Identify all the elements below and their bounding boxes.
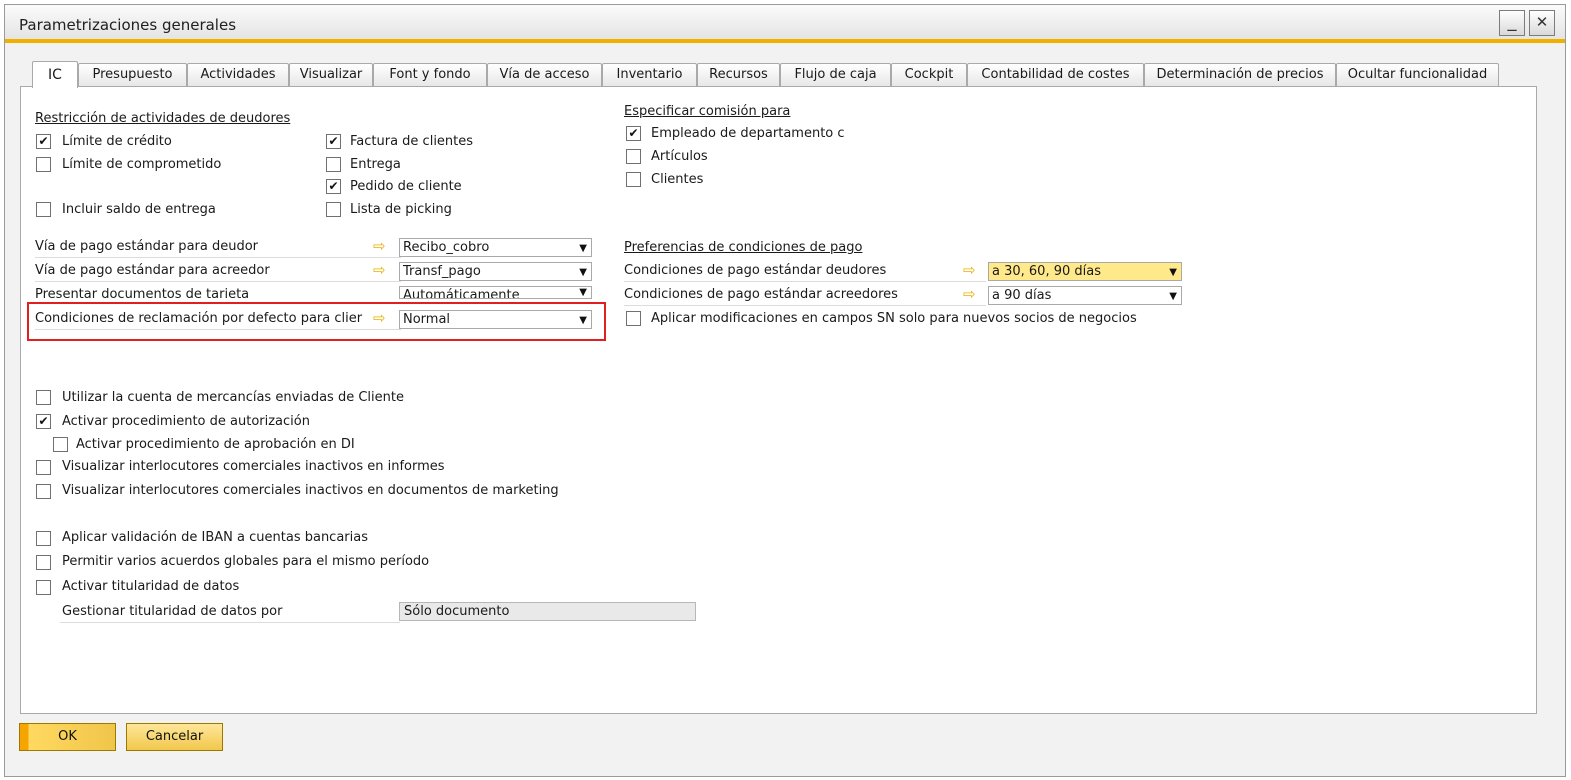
incluir-saldo-label: Incluir saldo de entrega xyxy=(62,202,216,217)
entrega-label: Entrega xyxy=(350,157,401,172)
empleado-checkbox[interactable]: ✔ xyxy=(626,126,641,141)
limite-comprometido-checkbox[interactable] xyxy=(36,157,51,172)
lista-picking-checkbox[interactable] xyxy=(326,202,341,217)
via-pago-acreedor-value: Transf_pago xyxy=(403,264,481,279)
clientes-label: Clientes xyxy=(651,172,704,187)
factura-clientes-label: Factura de clientes xyxy=(350,134,474,149)
via-pago-acreedor-label: Vía de pago estándar para acreedor xyxy=(35,263,270,278)
procedimiento-autorizacion-checkbox[interactable]: ✔ xyxy=(36,414,51,429)
pago-acreedores-label: Condiciones de pago estándar acreedores xyxy=(624,287,898,302)
chevron-down-icon[interactable]: ▼ xyxy=(1169,264,1177,280)
presentar-documentos-label: Presentar documentos de tarjeta xyxy=(35,287,250,298)
pago-acreedores-value: a 90 días xyxy=(992,288,1052,303)
incluir-saldo-checkbox[interactable] xyxy=(36,202,51,217)
inactivos-marketing-checkbox[interactable] xyxy=(36,484,51,499)
ok-button[interactable]: OK xyxy=(19,723,116,751)
clientes-checkbox[interactable] xyxy=(626,172,641,187)
limite-credito-label: Límite de crédito xyxy=(62,134,172,149)
pedido-cliente-checkbox[interactable]: ✔ xyxy=(326,179,341,194)
tab-strip: IC Presupuesto Actividades Visualizar Fo… xyxy=(5,61,1565,88)
pedido-cliente-label: Pedido de cliente xyxy=(350,179,462,194)
titularidad-datos-label: Activar titularidad de datos xyxy=(62,579,240,594)
tab-presupuesto[interactable]: Presupuesto xyxy=(78,63,187,87)
cuenta-mercancias-checkbox[interactable] xyxy=(36,390,51,405)
aprobacion-di-label: Activar procedimiento de aprobación en D… xyxy=(76,437,355,452)
link-arrow-icon[interactable]: ⇨ xyxy=(963,261,976,279)
via-pago-deudor-label: Vía de pago estándar para deudor xyxy=(35,239,259,254)
gestionar-titularidad-label: Gestionar titularidad de datos por xyxy=(62,604,283,619)
entrega-checkbox[interactable] xyxy=(326,157,341,172)
empleado-label: Empleado de departamento c xyxy=(651,126,845,141)
minimize-button[interactable]: _ xyxy=(1499,10,1525,36)
tab-inventario[interactable]: Inventario xyxy=(602,63,697,87)
pago-deudores-value: a 30, 60, 90 días xyxy=(992,264,1101,279)
condiciones-reclamacion-label: Condiciones de reclamación por defecto p… xyxy=(35,311,363,326)
via-pago-deudor-select[interactable]: Recibo_cobro ▼ xyxy=(399,238,592,257)
tab-font-y-fondo[interactable]: Font y fondo xyxy=(373,63,487,87)
via-pago-deudor-value: Recibo_cobro xyxy=(403,240,490,255)
chevron-down-icon[interactable]: ▼ xyxy=(579,312,587,328)
chevron-down-icon[interactable]: ▼ xyxy=(579,240,587,256)
articulos-checkbox[interactable] xyxy=(626,149,641,164)
acuerdos-globales-checkbox[interactable] xyxy=(36,555,51,570)
inactivos-informes-label: Visualizar interlocutores comerciales in… xyxy=(62,459,445,474)
presentar-documentos-select[interactable]: Automáticamente ▼ xyxy=(399,286,592,299)
pago-deudores-select[interactable]: a 30, 60, 90 días ▼ xyxy=(988,262,1182,281)
tab-ic[interactable]: IC xyxy=(32,61,78,88)
link-arrow-icon[interactable]: ⇨ xyxy=(373,237,386,255)
chevron-down-icon[interactable]: ▼ xyxy=(579,287,587,298)
inactivos-informes-checkbox[interactable] xyxy=(36,460,51,475)
close-button[interactable]: ✕ xyxy=(1529,10,1555,36)
procedimiento-autorizacion-label: Activar procedimiento de autorización xyxy=(62,414,310,429)
condiciones-reclamacion-value: Normal xyxy=(403,312,451,327)
gestionar-titularidad-field: Sólo documento xyxy=(399,602,696,621)
link-arrow-icon[interactable]: ⇨ xyxy=(373,309,386,327)
tab-determinacion-de-precios[interactable]: Determinación de precios xyxy=(1144,63,1336,87)
title-bar: Parametrizaciones generales _ ✕ xyxy=(5,5,1565,43)
tab-recursos[interactable]: Recursos xyxy=(697,63,780,87)
validacion-iban-checkbox[interactable] xyxy=(36,531,51,546)
tab-flujo-de-caja[interactable]: Flujo de caja xyxy=(780,63,891,87)
cuenta-mercancias-label: Utilizar la cuenta de mercancías enviada… xyxy=(62,390,404,405)
window-title: Parametrizaciones generales xyxy=(19,16,237,34)
tab-contabilidad-de-costes[interactable]: Contabilidad de costes xyxy=(967,63,1144,87)
pago-deudores-label: Condiciones de pago estándar deudores xyxy=(624,263,887,278)
aplicar-sn-label: Aplicar modificaciones en campos SN solo… xyxy=(651,311,1137,326)
aprobacion-di-checkbox[interactable] xyxy=(53,437,68,452)
comision-heading: Especificar comisión para xyxy=(624,104,791,119)
validacion-iban-label: Aplicar validación de IBAN a cuentas ban… xyxy=(62,530,368,545)
tab-actividades[interactable]: Actividades xyxy=(187,63,289,87)
articulos-label: Artículos xyxy=(651,149,708,164)
factura-clientes-checkbox[interactable]: ✔ xyxy=(326,134,341,149)
acuerdos-globales-label: Permitir varios acuerdos globales para e… xyxy=(62,554,430,569)
titularidad-datos-checkbox[interactable] xyxy=(36,580,51,595)
inactivos-marketing-label: Visualizar interlocutores comerciales in… xyxy=(62,483,559,498)
tab-ocultar-funcionalidad[interactable]: Ocultar funcionalidad xyxy=(1336,63,1499,87)
ic-tab-panel: Restricción de actividades de deudores ✔… xyxy=(20,86,1537,714)
pago-acreedores-select[interactable]: a 90 días ▼ xyxy=(988,286,1182,305)
link-arrow-icon[interactable]: ⇨ xyxy=(963,285,976,303)
condiciones-reclamacion-select[interactable]: Normal ▼ xyxy=(399,310,592,329)
chevron-down-icon[interactable]: ▼ xyxy=(579,264,587,280)
limite-comprometido-label: Límite de comprometido xyxy=(62,157,222,172)
tab-cockpit[interactable]: Cockpit xyxy=(891,63,967,87)
lista-picking-label: Lista de picking xyxy=(350,202,452,217)
limite-credito-checkbox[interactable]: ✔ xyxy=(36,134,51,149)
via-pago-acreedor-select[interactable]: Transf_pago ▼ xyxy=(399,262,592,281)
cancel-button[interactable]: Cancelar xyxy=(126,723,223,751)
tab-visualizar[interactable]: Visualizar xyxy=(289,63,373,87)
tab-via-de-acceso[interactable]: Vía de acceso xyxy=(487,63,602,87)
restriccion-heading: Restricción de actividades de deudores xyxy=(35,111,291,126)
chevron-down-icon[interactable]: ▼ xyxy=(1169,288,1177,304)
pago-heading: Preferencias de condiciones de pago xyxy=(624,240,863,255)
aplicar-sn-checkbox[interactable] xyxy=(626,311,641,326)
settings-window: Parametrizaciones generales _ ✕ IC Presu… xyxy=(4,4,1566,777)
link-arrow-icon[interactable]: ⇨ xyxy=(373,261,386,279)
presentar-documentos-value: Automáticamente xyxy=(403,288,520,299)
